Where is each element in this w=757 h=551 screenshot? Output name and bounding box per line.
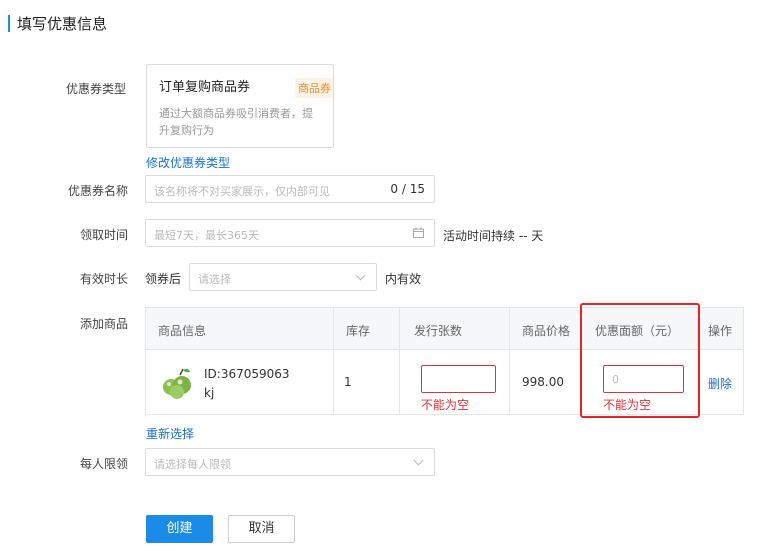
header-price: 商品价格 bbox=[522, 324, 571, 338]
column-divider bbox=[509, 308, 510, 414]
coupon-name-label: 优惠券名称 bbox=[67, 184, 128, 198]
coupon-card-description: 通过大额商品券吸引消费者，提升复购行为 bbox=[159, 107, 313, 137]
validity-select-placeholder: 请选择 bbox=[198, 273, 231, 286]
per-person-limit-select[interactable]: 请选择每人限领 bbox=[145, 448, 435, 476]
validity-select[interactable]: 请选择 bbox=[189, 263, 377, 291]
column-divider bbox=[333, 308, 334, 414]
header-stock: 库存 bbox=[346, 324, 371, 338]
coupon-card-badge: 商品券 bbox=[295, 78, 333, 98]
receive-time-placeholder: 最短7天，最长365天 bbox=[154, 229, 259, 242]
validity-prefix: 领券后 bbox=[145, 272, 182, 286]
change-coupon-type-link[interactable]: 修改优惠券类型 bbox=[146, 154, 230, 171]
product-thumbnail bbox=[160, 365, 196, 401]
coupon-name-input[interactable]: 该名称将不对买家展示，仅内部可见 0 / 15 bbox=[145, 175, 435, 203]
issue-count-error: 不能为空 bbox=[421, 398, 470, 412]
product-stock: 1 bbox=[344, 375, 352, 389]
validity-suffix: 内有效 bbox=[385, 272, 422, 286]
per-person-limit-label: 每人限领 bbox=[79, 457, 128, 471]
reselect-link[interactable]: 重新选择 bbox=[146, 425, 194, 442]
add-products-label: 添加商品 bbox=[79, 317, 128, 331]
product-price: 998.00 bbox=[522, 375, 564, 389]
activity-duration-text: 活动时间持续 -- 天 bbox=[443, 229, 544, 243]
coupon-type-card[interactable]: 订单复购商品券 商品券 通过大额商品券吸引消费者，提升复购行为 bbox=[146, 64, 334, 148]
title-accent-bar bbox=[8, 15, 10, 32]
issue-count-input[interactable] bbox=[421, 365, 496, 393]
delete-link[interactable]: 删除 bbox=[708, 375, 732, 392]
header-action: 操作 bbox=[708, 324, 733, 338]
header-product-info: 商品信息 bbox=[158, 324, 207, 338]
column-divider bbox=[399, 308, 400, 414]
coupon-name-counter: 0 / 15 bbox=[390, 182, 425, 196]
highlight-box bbox=[580, 303, 700, 418]
cancel-button[interactable]: 取消 bbox=[228, 515, 295, 543]
chevron-down-icon bbox=[355, 270, 366, 281]
per-person-limit-placeholder: 请选择每人限领 bbox=[154, 458, 231, 471]
header-issue-count: 发行张数 bbox=[414, 324, 463, 338]
page-title: 填写优惠信息 bbox=[17, 15, 108, 33]
product-id: ID:367059063 bbox=[204, 367, 290, 381]
product-name: kj bbox=[204, 386, 215, 400]
calendar-icon[interactable] bbox=[413, 227, 424, 241]
coupon-name-placeholder: 该名称将不对买家展示，仅内部可见 bbox=[154, 185, 330, 198]
validity-label: 有效时长 bbox=[79, 272, 128, 286]
create-button[interactable]: 创建 bbox=[146, 515, 213, 543]
receive-time-input[interactable]: 最短7天，最长365天 bbox=[145, 219, 435, 247]
chevron-down-icon bbox=[413, 455, 424, 466]
coupon-type-label: 优惠券类型 bbox=[65, 82, 126, 96]
receive-time-label: 领取时间 bbox=[79, 228, 128, 242]
coupon-card-title: 订单复购商品券 bbox=[159, 80, 251, 95]
